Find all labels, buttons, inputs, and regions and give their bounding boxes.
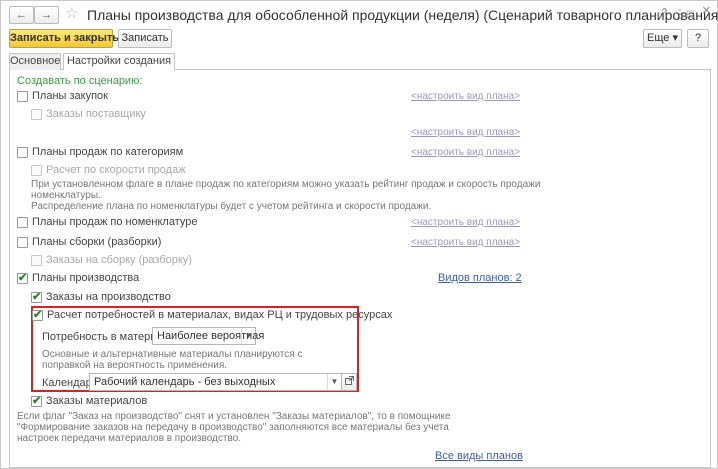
close-window-icon[interactable]: × <box>702 3 711 18</box>
more-button[interactable]: Еще ▾ <box>643 29 682 48</box>
production-orders-label[interactable]: Заказы на производство <box>46 291 171 303</box>
help-button[interactable]: ? <box>687 29 709 48</box>
open-calendar-button[interactable] <box>341 373 357 391</box>
settings-panel <box>9 70 711 468</box>
plan-types-link[interactable]: Видов планов: 2 <box>438 272 522 284</box>
calendar-select[interactable]: Рабочий календарь - без выходных ▼ <box>89 373 342 391</box>
back-button[interactable]: ← <box>9 6 34 24</box>
calendar-value: Рабочий календарь - без выходных <box>94 376 276 388</box>
forward-arrow-icon: → <box>41 9 52 21</box>
configure-view-link-supplier[interactable]: <настроить вид плана> <box>411 127 520 138</box>
materials-note-line-2: поправкой на вероятность применения. <box>42 360 228 371</box>
assembly-plans-checkbox[interactable] <box>17 237 28 248</box>
sales-by-category-label[interactable]: Планы продаж по категориям <box>32 146 183 158</box>
configure-view-link-assembly[interactable]: <настроить вид плана> <box>411 237 520 248</box>
save-button[interactable]: Записать <box>118 29 172 48</box>
sales-by-item-checkbox[interactable] <box>17 217 28 228</box>
material-orders-label[interactable]: Заказы материалов <box>46 395 147 407</box>
sales-by-category-checkbox[interactable] <box>17 147 28 158</box>
configure-view-link-purchase[interactable]: <настроить вид плана> <box>411 91 520 102</box>
supplier-orders-label: Заказы поставщику <box>46 108 146 120</box>
forward-button[interactable]: → <box>34 6 59 24</box>
link-icon[interactable] <box>656 7 668 22</box>
assembly-plans-label[interactable]: Планы сборки (разборки) <box>32 236 161 248</box>
tab-creation-settings[interactable]: Настройки создания (2) <box>63 53 175 82</box>
material-need-select[interactable]: Наиболее вероятная ▼ <box>152 327 264 345</box>
tab-main[interactable]: Основное <box>9 53 61 70</box>
open-link-icon <box>344 376 354 385</box>
save-and-close-button[interactable]: Записать и закрыть <box>9 29 119 48</box>
sales-speed-label: Расчет по скорости продаж <box>46 164 186 176</box>
window-title: Планы производства для обособленной прод… <box>87 7 718 23</box>
chevron-down-icon[interactable]: ▼ <box>241 328 255 344</box>
back-arrow-icon: ← <box>16 9 27 21</box>
configure-view-link-sales-item[interactable]: <настроить вид плана> <box>411 217 520 228</box>
tab-bar: Основное Настройки создания (2) <box>9 53 711 82</box>
sales-speed-checkbox[interactable] <box>31 165 42 176</box>
sales-note-line-1: При установленном флаге в плане продаж п… <box>31 179 541 190</box>
calc-needs-label[interactable]: Расчет потребностей в материалах, видах … <box>47 309 392 321</box>
all-plan-types-link[interactable]: Все виды планов <box>435 450 523 462</box>
sales-note-line-3: Распределение плана по номенклатуры буде… <box>31 201 432 212</box>
title-bar: ← → ☆ Планы производства для обособленно… <box>1 1 718 27</box>
document-window: ← → ☆ Планы производства для обособленно… <box>0 0 718 469</box>
production-orders-checkbox[interactable] <box>31 290 42 303</box>
production-plans-label[interactable]: Планы производства <box>32 272 139 284</box>
favorite-star-icon[interactable]: ☆ <box>65 5 78 23</box>
restore-window-icon[interactable]: □ <box>687 7 694 21</box>
chevron-down-icon[interactable]: ▼ <box>327 374 341 390</box>
command-bar: Записать и закрыть Записать Еще ▾ ? <box>1 27 717 49</box>
supplier-orders-checkbox[interactable] <box>31 109 42 120</box>
bottom-note-line-3: настроек передачи материалов в производс… <box>17 433 241 444</box>
create-by-scenario-label: Создавать по сценарию: <box>17 75 143 87</box>
assembly-orders-label: Заказы на сборку (разборку) <box>46 254 192 266</box>
sales-by-item-label[interactable]: Планы продаж по номенклатуре <box>32 216 197 228</box>
purchase-plans-label[interactable]: Планы закупок <box>32 90 108 102</box>
more-menu-icon[interactable]: ⋮ <box>674 7 686 21</box>
assembly-orders-checkbox[interactable] <box>31 255 42 266</box>
configure-view-link-sales-category[interactable]: <настроить вид плана> <box>411 147 520 158</box>
production-plans-checkbox[interactable] <box>17 271 28 284</box>
purchase-plans-checkbox[interactable] <box>17 91 28 102</box>
material-orders-checkbox[interactable] <box>31 394 42 407</box>
calc-needs-checkbox[interactable] <box>32 308 43 321</box>
